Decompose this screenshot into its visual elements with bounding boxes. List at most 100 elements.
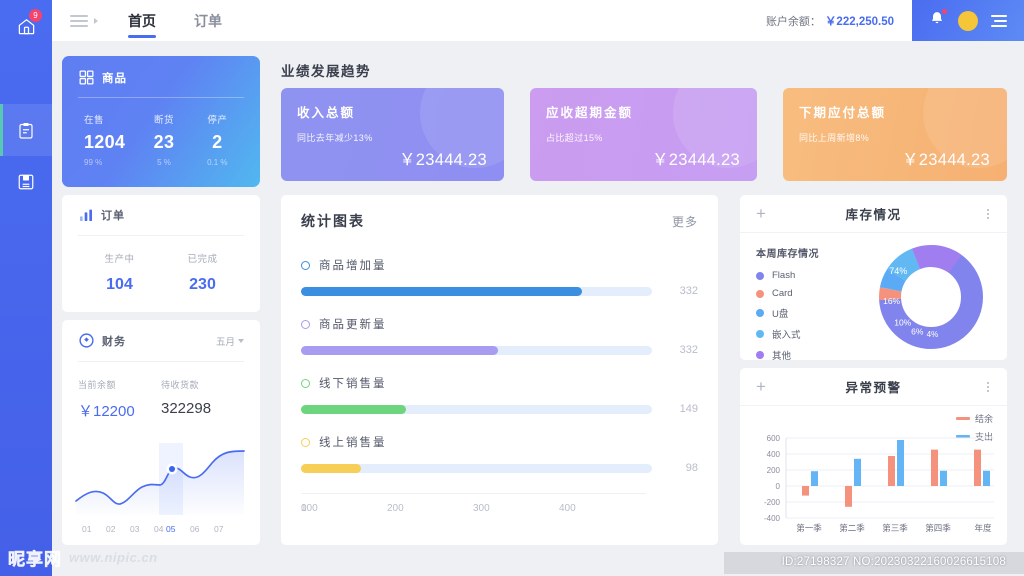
- list-menu-icon[interactable]: [991, 15, 1007, 27]
- notification-dot: [942, 9, 947, 14]
- nav-tabs: 首页 订单: [128, 0, 222, 41]
- finance-summary-card: 财务 五月 当前余额 ￥12200 待收货款 322298: [62, 320, 260, 545]
- divider: [78, 235, 244, 236]
- x-tick: 第三季: [882, 523, 908, 533]
- hamburger-icon: [70, 15, 92, 27]
- finance-month-selector[interactable]: 五月: [216, 334, 244, 348]
- order-stat-producing-label: 生产中: [78, 251, 161, 265]
- sidebar-badge-home: 9: [29, 9, 42, 22]
- bar-value: 332: [652, 285, 698, 297]
- finance-stat-receivable-value: 322298: [161, 400, 244, 417]
- finance-chart-tick-07: 07: [214, 524, 224, 534]
- legend-swatch-icon: [956, 417, 970, 420]
- bar-track-wrap: 332: [301, 344, 698, 356]
- dots-icon[interactable]: [987, 209, 989, 219]
- finance-chart-tick-05: 05: [166, 524, 176, 534]
- bar-name: 线下销售量: [319, 375, 387, 391]
- y-tick: -400: [764, 514, 781, 523]
- bar-expense-q2: [854, 459, 861, 486]
- inventory-panel-body: 本周库存情况 Flash Card U盘 嵌入式: [740, 233, 1007, 359]
- product-stat-discontinued-value: 2: [191, 132, 244, 153]
- donut-label-flash: 74%: [889, 266, 907, 276]
- statistics-title: 统计图表: [301, 211, 365, 231]
- hamburger-menu-button[interactable]: [52, 15, 98, 27]
- clipboard-icon: [17, 121, 35, 140]
- statistics-bars: 商品增加量 332 商品更新量 332: [301, 257, 698, 514]
- bar-name: 线上销售量: [319, 434, 387, 450]
- bar-expense-q1: [811, 471, 818, 486]
- bar-fill: [301, 346, 498, 355]
- bar-label: 线下销售量: [301, 375, 698, 391]
- bar-fill: [301, 464, 361, 473]
- bar-expense-q4: [940, 471, 947, 486]
- legend-label: Flash: [772, 270, 795, 281]
- legend-item: 结余: [956, 412, 993, 425]
- legend-dot-icon: [756, 330, 764, 338]
- order-stat-producing: 生产中 104: [78, 251, 161, 294]
- x-tick: 200: [387, 503, 473, 514]
- product-stats: 在售 1204 99 % 断货 23 5 % 停产 2 0.1 %: [78, 112, 244, 167]
- order-stat-completed-value: 230: [161, 276, 244, 294]
- finance-icon: [78, 332, 95, 349]
- warning-panel-header: + 异常预警: [740, 368, 1007, 406]
- legend-label: Card: [772, 288, 793, 299]
- plus-icon[interactable]: +: [756, 378, 766, 395]
- bar-label: 商品增加量: [301, 257, 698, 273]
- bar-name: 商品更新量: [319, 316, 387, 332]
- kpi-card-payable-subtitle: 同比上周新增8%: [799, 131, 991, 144]
- bar-balance-q4: [931, 450, 938, 486]
- finance-chart-tick-02: 02: [106, 524, 116, 534]
- topbar: 首页 订单 账户余额： ￥222,250.50: [52, 0, 1024, 41]
- topbar-actions: [912, 0, 1024, 41]
- warning-panel-title: 异常预警: [845, 377, 901, 396]
- inventory-donut-chart: 74% 4% 6% 10% 16%: [875, 241, 987, 353]
- bar-track: [301, 464, 652, 473]
- bar-row: 商品增加量 332: [301, 257, 698, 297]
- tab-orders[interactable]: 订单: [194, 0, 222, 41]
- inventory-panel-header: + 库存情况: [740, 195, 1007, 233]
- sidebar-item-inventory[interactable]: [0, 156, 52, 208]
- statistics-header: 统计图表 更多: [301, 211, 698, 231]
- order-stat-producing-value: 104: [78, 276, 161, 294]
- finance-stat-receivable: 待收货款 322298: [161, 378, 244, 421]
- x-tick: 100: [301, 503, 387, 514]
- order-card-header: 订单: [78, 207, 244, 223]
- bar-marker-icon: [301, 438, 310, 447]
- legend-label: U盘: [772, 306, 788, 320]
- finance-card-title: 财务: [102, 333, 126, 349]
- donut-label-other: 16%: [883, 296, 900, 306]
- inventory-panel-title: 库存情况: [845, 204, 901, 223]
- dots-icon[interactable]: [987, 382, 989, 392]
- sidebar-item-orders[interactable]: [0, 104, 52, 156]
- warning-bar-chart: 600 400 200 0 -200 -400: [746, 430, 1004, 538]
- sidebar-item-home[interactable]: 9: [0, 0, 52, 52]
- x-tick: 年度: [974, 523, 992, 533]
- page-title: 业绩发展趋势: [281, 60, 371, 80]
- product-stat-outofstock-value: 23: [137, 132, 190, 153]
- finance-stat-balance-label: 当前余额: [78, 378, 161, 391]
- order-stat-completed: 已完成 230: [161, 251, 244, 294]
- statistics-more-button[interactable]: 更多: [672, 213, 698, 230]
- x-tick: 第二季: [839, 523, 865, 533]
- plus-icon[interactable]: +: [756, 205, 766, 222]
- account-balance-value: ￥222,250.50: [825, 13, 894, 29]
- watermark-url: www.nipic.cn: [69, 550, 158, 565]
- kpi-card-overdue: 应收超期金额 占比超过15% ￥23444.23: [530, 88, 757, 181]
- product-stat-outofstock-label: 断货: [137, 112, 190, 126]
- finance-stat-balance-value: ￥12200: [78, 400, 161, 421]
- bar-track: [301, 346, 652, 355]
- legend-label: 嵌入式: [772, 327, 801, 341]
- kpi-card-payable-amount: ￥23444.23: [902, 146, 990, 170]
- product-stat-discontinued: 停产 2 0.1 %: [191, 112, 244, 167]
- tab-home[interactable]: 首页: [128, 0, 156, 41]
- y-tick: 0: [776, 482, 781, 491]
- notifications-button[interactable]: [929, 10, 945, 32]
- bar-fill: [301, 287, 582, 296]
- avatar[interactable]: [958, 11, 978, 31]
- kpi-card-payable: 下期应付总额 同比上周新增8% ￥23444.23: [783, 88, 1007, 181]
- x-tick: 第一季: [796, 523, 822, 533]
- bar-name: 商品增加量: [319, 257, 387, 273]
- donut-label-udisk: 6%: [911, 327, 924, 337]
- finance-chart-tick-04: 04: [154, 524, 164, 534]
- dashboard-root: 9 首页: [0, 0, 1024, 576]
